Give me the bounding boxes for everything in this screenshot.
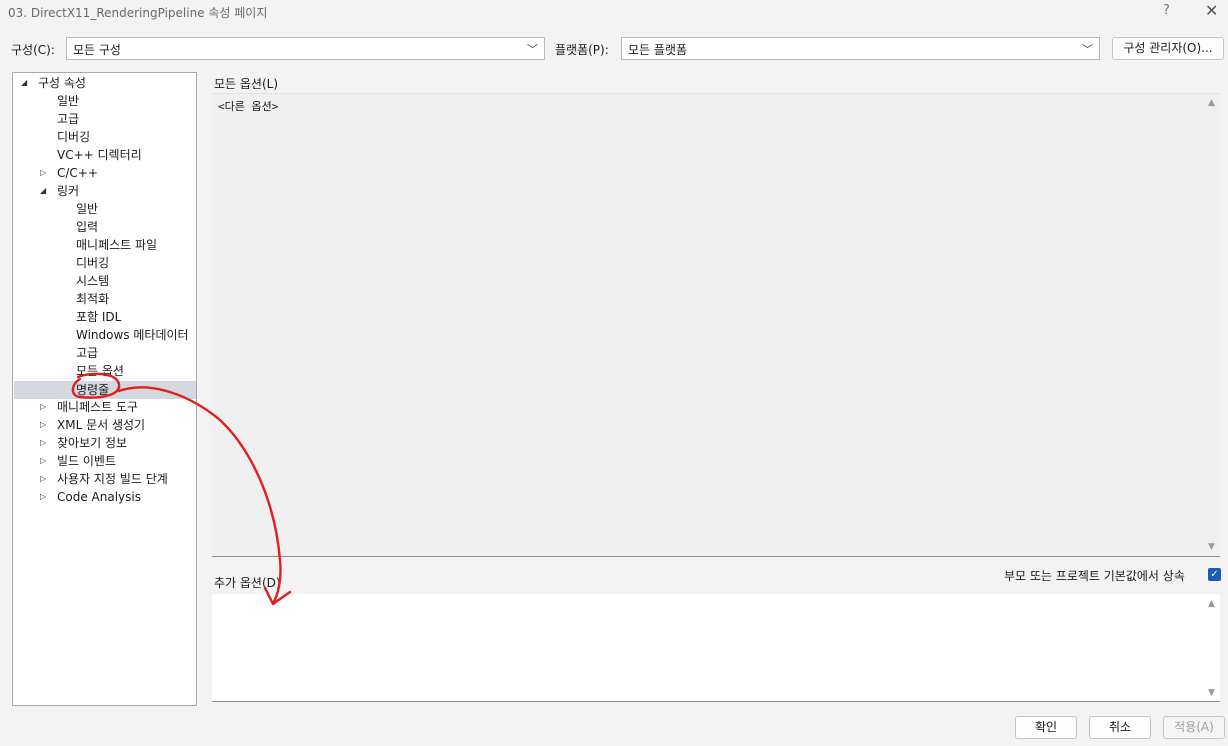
annotation-overlay [71,372,292,606]
annotation-arrow [117,386,282,605]
annotation-circle [71,372,121,399]
